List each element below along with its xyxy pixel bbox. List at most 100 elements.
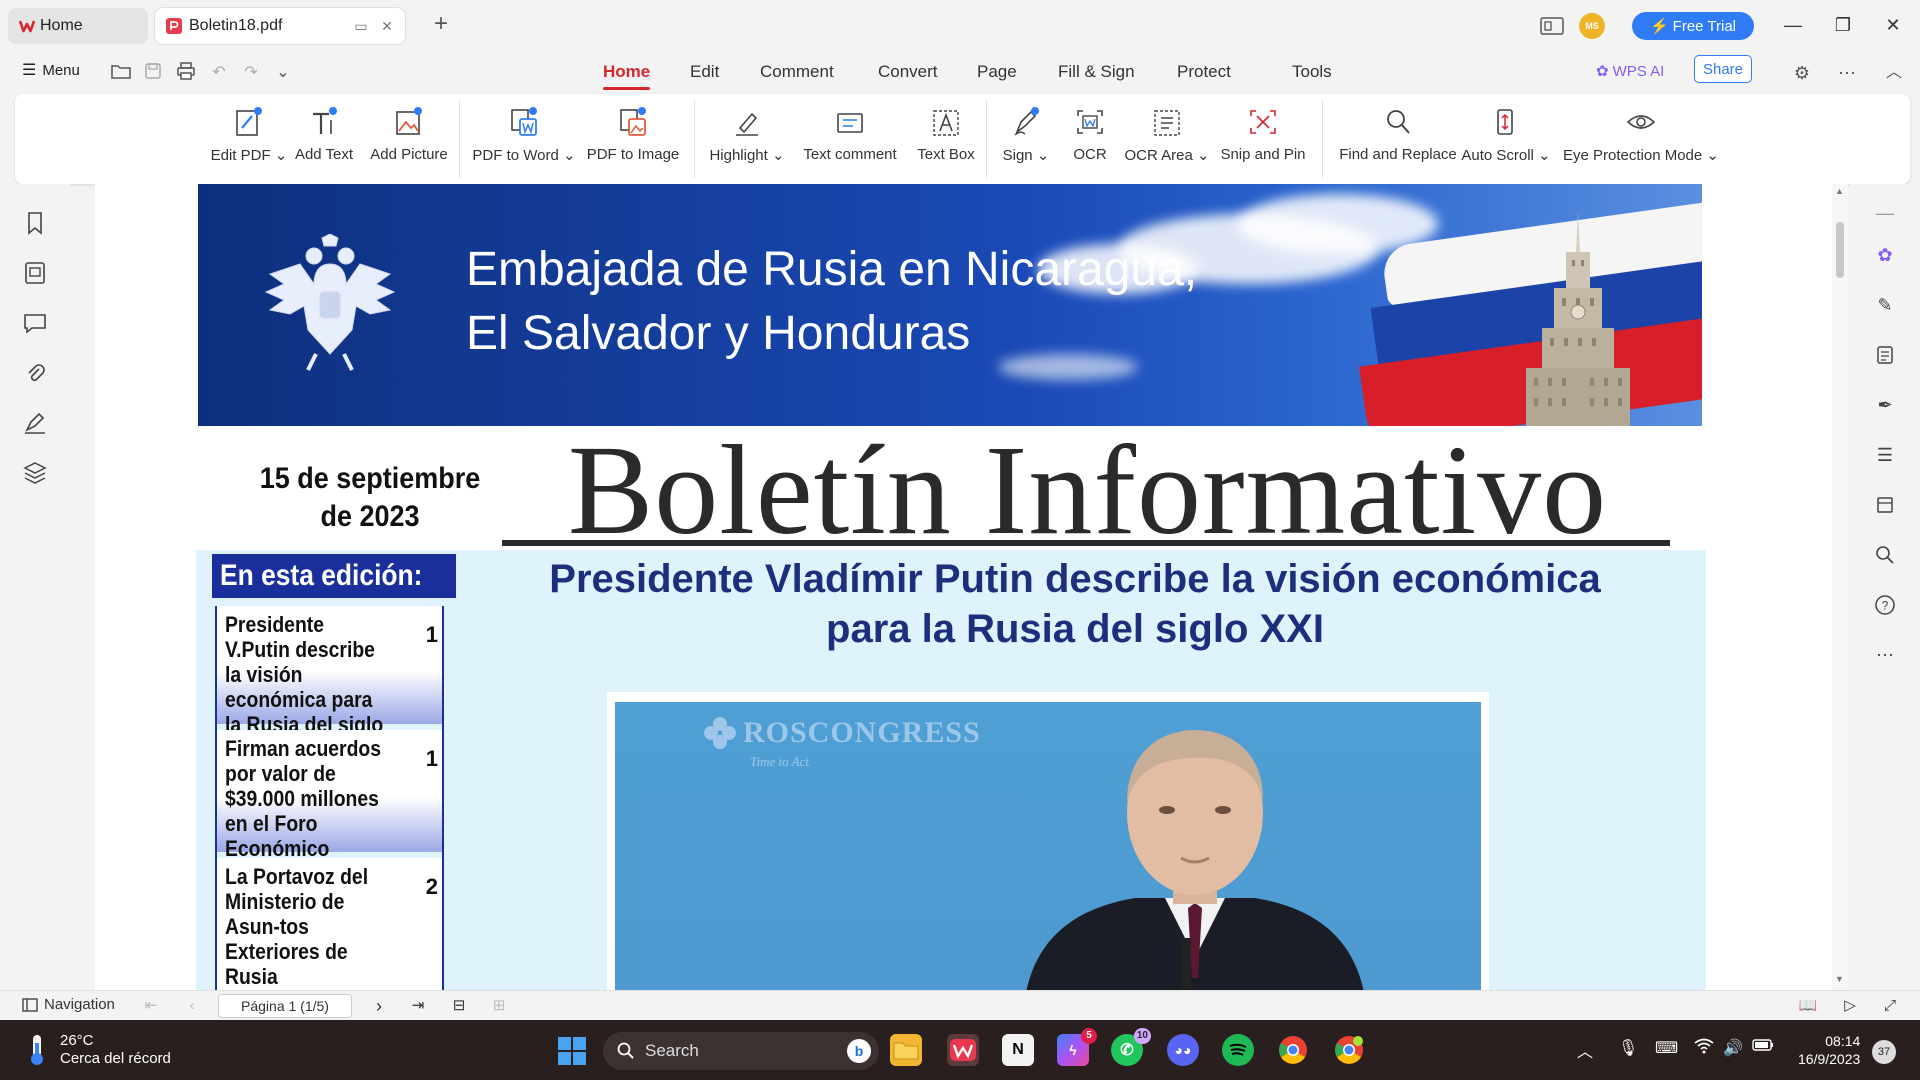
- collapse-ribbon-icon[interactable]: ︿: [1883, 62, 1905, 84]
- settings-gear-icon[interactable]: ⚙: [1791, 62, 1813, 84]
- more-tools-icon[interactable]: ⋯: [1872, 642, 1898, 668]
- auto-scroll-button[interactable]: Auto Scroll ⌄: [1461, 104, 1551, 174]
- close-tab-icon[interactable]: ✕: [379, 18, 395, 34]
- windows-start-icon[interactable]: [557, 1036, 587, 1066]
- toc-item[interactable]: La Portavoz del Ministerio de Asun-tos E…: [217, 858, 442, 990]
- edit-note-icon[interactable]: ✎: [1872, 292, 1898, 318]
- open-folder-icon[interactable]: [110, 62, 132, 84]
- add-text-button[interactable]: Add Text: [287, 104, 361, 174]
- notion-icon[interactable]: N: [1002, 1034, 1034, 1066]
- weather-widget[interactable]: 26°C Cerca del récord: [24, 1032, 171, 1068]
- restore-tab-icon[interactable]: ▭: [353, 18, 369, 34]
- comment-icon[interactable]: [22, 310, 48, 336]
- text-comment-button[interactable]: Text comment: [798, 104, 902, 174]
- eye-protection-mode-button[interactable]: Eye Protection Mode ⌄: [1561, 104, 1721, 174]
- tab-home[interactable]: Home: [8, 8, 148, 44]
- chrome-icon[interactable]: [1277, 1034, 1309, 1066]
- bookmark-icon[interactable]: [22, 210, 48, 236]
- highlight-button[interactable]: Highlight ⌄: [707, 104, 787, 174]
- navigation-toggle[interactable]: Navigation: [22, 996, 115, 1013]
- first-page-icon[interactable]: ⇤: [141, 996, 161, 1016]
- file-explorer-icon[interactable]: [890, 1034, 922, 1066]
- tab-convert[interactable]: Convert: [878, 52, 938, 92]
- close-window-button[interactable]: ✕: [1878, 10, 1908, 40]
- layers-icon[interactable]: [22, 460, 48, 486]
- keyboard-icon[interactable]: ⌨: [1655, 1038, 1678, 1058]
- tab-tools[interactable]: Tools: [1292, 52, 1332, 92]
- next-view-icon[interactable]: ⊞: [489, 996, 509, 1016]
- add-picture-button[interactable]: Add Picture: [362, 104, 456, 174]
- wps-office-taskbar-icon[interactable]: [947, 1034, 979, 1066]
- more-options-icon[interactable]: ⋯: [1836, 62, 1858, 84]
- tab-comment[interactable]: Comment: [760, 52, 834, 92]
- wifi-icon[interactable]: [1694, 1038, 1714, 1059]
- sign-button[interactable]: Sign ⌄: [999, 104, 1053, 174]
- previous-view-icon[interactable]: ⊟: [449, 996, 469, 1016]
- tab-protect[interactable]: Protect: [1177, 52, 1231, 92]
- collapse-panel-icon[interactable]: —: [1872, 200, 1898, 226]
- print-icon[interactable]: [175, 62, 197, 84]
- document-list-icon[interactable]: [1872, 342, 1898, 368]
- find-and-replace-button[interactable]: Find and Replace: [1333, 104, 1463, 174]
- battery-icon[interactable]: [1752, 1038, 1774, 1057]
- text-box-button[interactable]: Text Box: [908, 104, 984, 174]
- spotify-icon[interactable]: [1222, 1034, 1254, 1066]
- minimize-window-button[interactable]: —: [1778, 10, 1808, 40]
- reading-mode-icon[interactable]: 📖: [1798, 996, 1818, 1016]
- scrollbar-thumb[interactable]: [1836, 222, 1844, 278]
- menu-button[interactable]: ☰ Menu: [22, 60, 80, 80]
- taskbar-search[interactable]: Search b: [603, 1032, 879, 1070]
- share-button[interactable]: Share: [1694, 55, 1752, 83]
- scroll-up-icon[interactable]: ▲: [1835, 186, 1844, 196]
- ai-assistant-icon[interactable]: ✿: [1872, 242, 1898, 268]
- tab-edit[interactable]: Edit: [690, 52, 719, 92]
- page-layout-icon[interactable]: [1538, 12, 1566, 40]
- attachment-icon[interactable]: [22, 360, 48, 386]
- wps-ai-button[interactable]: ✿ WPS AI: [1596, 62, 1664, 81]
- redo-icon[interactable]: ↷: [240, 62, 262, 84]
- edit-pdf-button[interactable]: Edit PDF ⌄: [202, 104, 296, 174]
- thumbnail-icon[interactable]: [22, 260, 48, 286]
- previous-page-icon[interactable]: ‹: [182, 996, 202, 1016]
- tab-page[interactable]: Page: [977, 52, 1017, 92]
- search-icon[interactable]: [1872, 542, 1898, 568]
- new-tab-button[interactable]: +: [428, 12, 454, 38]
- help-icon[interactable]: ?: [1872, 592, 1898, 618]
- toc-item[interactable]: Presidente V.Putin describe la visión ec…: [217, 606, 442, 762]
- bing-icon[interactable]: b: [847, 1039, 871, 1063]
- last-page-icon[interactable]: ⇥: [408, 996, 428, 1016]
- undo-icon[interactable]: ↶: [208, 62, 230, 84]
- document-viewer[interactable]: Embajada de Rusia en Nicaragua, El Salva…: [95, 184, 1832, 990]
- pen-tool-icon[interactable]: ✒: [1872, 392, 1898, 418]
- microphone-icon[interactable]: 🎙: [1618, 1038, 1638, 1058]
- pdf-to-image-button[interactable]: PDF to Image: [583, 104, 683, 174]
- text-align-icon[interactable]: ☰: [1872, 442, 1898, 468]
- signature-icon[interactable]: [22, 410, 48, 436]
- notification-count-badge[interactable]: 37: [1872, 1040, 1896, 1064]
- chrome-profile-icon[interactable]: [1333, 1034, 1365, 1066]
- page-indicator[interactable]: Página 1 (1/5): [218, 994, 352, 1018]
- ocr-area-button[interactable]: OCR Area ⌄: [1124, 104, 1210, 174]
- save-icon[interactable]: [142, 62, 164, 84]
- discord-icon[interactable]: ◕◕: [1167, 1034, 1199, 1066]
- avatar[interactable]: MS: [1578, 12, 1606, 40]
- restore-window-button[interactable]: ❐: [1828, 10, 1858, 40]
- book-icon[interactable]: [1872, 492, 1898, 518]
- free-trial-button[interactable]: ⚡ Free Trial: [1632, 12, 1754, 40]
- tab-home-nav[interactable]: Home: [603, 52, 651, 92]
- play-slideshow-icon[interactable]: ▷: [1840, 996, 1860, 1016]
- whatsapp-icon[interactable]: ✆ 10: [1111, 1028, 1151, 1066]
- fullscreen-icon[interactable]: ⤢: [1880, 996, 1900, 1016]
- pdf-to-word-button[interactable]: PDF to Word ⌄: [471, 104, 577, 174]
- tab-document[interactable]: Boletin18.pdf ▭ ✕: [155, 8, 405, 44]
- scroll-down-icon[interactable]: ▼: [1835, 974, 1844, 984]
- show-hidden-icons-icon[interactable]: ︿: [1577, 1038, 1593, 1062]
- volume-icon[interactable]: 🔊: [1723, 1038, 1743, 1058]
- messenger-icon[interactable]: ϟ 5: [1057, 1028, 1097, 1066]
- next-page-icon[interactable]: ›: [369, 996, 389, 1016]
- toc-item[interactable]: Firman acuerdos por valor de $39.000 mil…: [217, 730, 442, 886]
- vertical-scrollbar[interactable]: ▲ ▼: [1832, 184, 1848, 990]
- snip-and-pin-button[interactable]: Snip and Pin: [1216, 104, 1310, 174]
- system-clock[interactable]: 08:14 16/9/2023: [1798, 1032, 1860, 1068]
- tab-fill-sign[interactable]: Fill & Sign: [1058, 52, 1135, 92]
